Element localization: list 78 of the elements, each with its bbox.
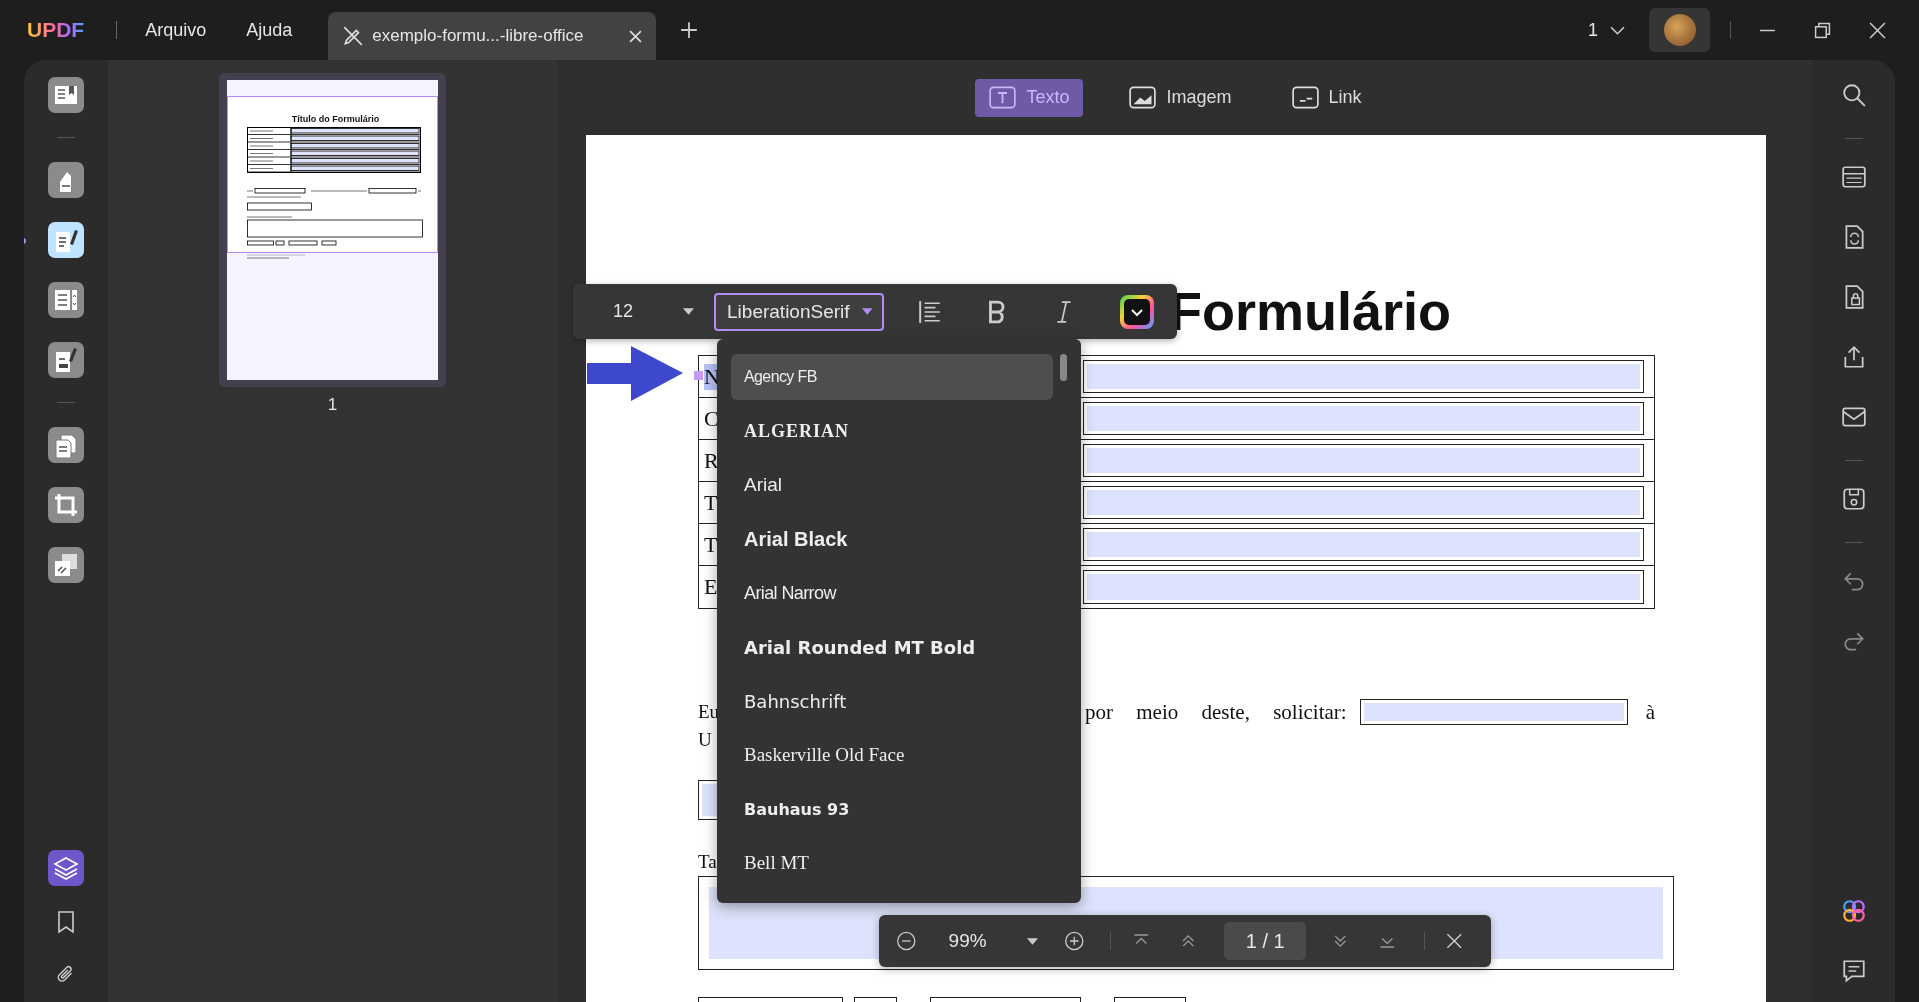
caret-icon — [1026, 937, 1038, 945]
menu-item[interactable]: Arquivo — [141, 15, 211, 45]
form-field[interactable] — [1083, 444, 1644, 477]
edit-mode-tab[interactable]: Link — [1277, 78, 1376, 117]
link-icon — [1291, 86, 1319, 109]
paragraph-text: U — [698, 728, 712, 752]
restore-icon[interactable] — [1814, 21, 1831, 39]
chevron-down-icon — [1610, 25, 1625, 35]
pages-icon[interactable] — [48, 427, 84, 463]
form-field[interactable] — [1083, 528, 1644, 561]
form-field[interactable] — [1083, 570, 1644, 604]
font-option[interactable]: ALGERIAN — [731, 408, 1053, 454]
field-label: T — [704, 489, 718, 516]
stacked-pages-icon[interactable] — [48, 547, 84, 583]
caret-icon — [683, 308, 695, 315]
book-icon[interactable] — [48, 77, 84, 113]
crossed-pen-icon — [342, 25, 365, 47]
font-option[interactable]: Arial Black — [731, 516, 1053, 562]
form-field[interactable] — [1083, 402, 1644, 435]
page-thumbnail[interactable]: Título do Formulário — [219, 73, 446, 387]
layers-icon[interactable] — [48, 850, 84, 886]
ai-assistant-icon[interactable] — [1840, 898, 1867, 924]
zoom-level-dropdown[interactable]: 99% — [948, 930, 1038, 952]
field-label: T — [704, 531, 718, 558]
caret-icon — [861, 308, 873, 315]
zoom-out-icon[interactable] — [896, 929, 917, 953]
field-label: E — [704, 574, 718, 600]
account-button[interactable] — [1649, 8, 1710, 52]
text-tool-icon — [989, 86, 1017, 109]
form-icon[interactable] — [48, 282, 84, 318]
selection-handle[interactable] — [694, 371, 703, 380]
comment-icon[interactable] — [1840, 958, 1867, 984]
avatar — [1663, 14, 1696, 46]
mail-icon[interactable] — [1840, 404, 1867, 430]
save-icon[interactable] — [1840, 486, 1867, 512]
image-icon — [1129, 86, 1157, 109]
align-left-icon[interactable] — [918, 299, 943, 324]
font-option[interactable]: Bell MT — [731, 840, 1053, 886]
form-title: Formulário — [1169, 281, 1452, 341]
menu-item[interactable]: Ajuda — [242, 15, 297, 45]
ocr-icon[interactable] — [1840, 164, 1867, 190]
form-field[interactable] — [1359, 699, 1628, 725]
close-icon[interactable] — [1869, 21, 1886, 39]
paragraph-text: Ta — [698, 850, 717, 874]
page-number: 1 — [327, 395, 338, 415]
signature-document-icon[interactable] — [48, 342, 84, 378]
scrollbar-thumb[interactable] — [1060, 354, 1067, 381]
bookmark-icon[interactable] — [55, 910, 77, 934]
field-label: C — [704, 405, 719, 432]
font-size-dropdown[interactable]: 12 — [609, 293, 699, 330]
thumbnail-title: Título do Formulário — [291, 114, 380, 124]
add-tab-icon[interactable] — [680, 21, 699, 39]
paragraph-text: à — [1645, 699, 1655, 726]
form-field[interactable] — [1083, 360, 1644, 393]
tab-title: exemplo-formu...-libre-office — [372, 26, 585, 46]
font-option[interactable]: Arial Rounded MT Bold — [731, 624, 1053, 670]
paragraph-text: por meio deste, solicitar: — [1085, 699, 1347, 726]
edit-mode-tab[interactable]: Imagem — [1115, 78, 1246, 117]
arrow-annotation[interactable] — [587, 346, 683, 401]
font-option[interactable]: Bauhaus 93 — [731, 786, 1053, 832]
crop-icon[interactable] — [48, 487, 84, 523]
font-option[interactable]: Baskerville Old Face — [731, 732, 1053, 778]
font-dropdown[interactable]: LiberationSerif — [714, 292, 885, 331]
search-icon[interactable] — [1840, 82, 1867, 108]
form-field[interactable] — [1083, 486, 1644, 519]
edit-document-icon[interactable] — [48, 222, 84, 258]
font-option[interactable]: Arial Narrow — [731, 570, 1053, 616]
marker-icon[interactable] — [48, 162, 84, 198]
font-option[interactable]: Bahnschrift — [731, 678, 1053, 724]
page-count-dropdown[interactable]: 1 — [1588, 19, 1625, 41]
font-option[interactable]: Agency FB — [731, 354, 1053, 400]
color-picker-icon[interactable] — [1119, 293, 1156, 330]
page-number-field[interactable]: 1 / 1 — [1224, 922, 1307, 960]
zoom-in-icon[interactable] — [1063, 929, 1085, 953]
document-tab[interactable]: exemplo-formu...-libre-office — [328, 12, 657, 60]
close-icon[interactable] — [629, 29, 643, 43]
field-label: R — [704, 447, 719, 474]
font-option[interactable]: Arial — [731, 462, 1053, 508]
